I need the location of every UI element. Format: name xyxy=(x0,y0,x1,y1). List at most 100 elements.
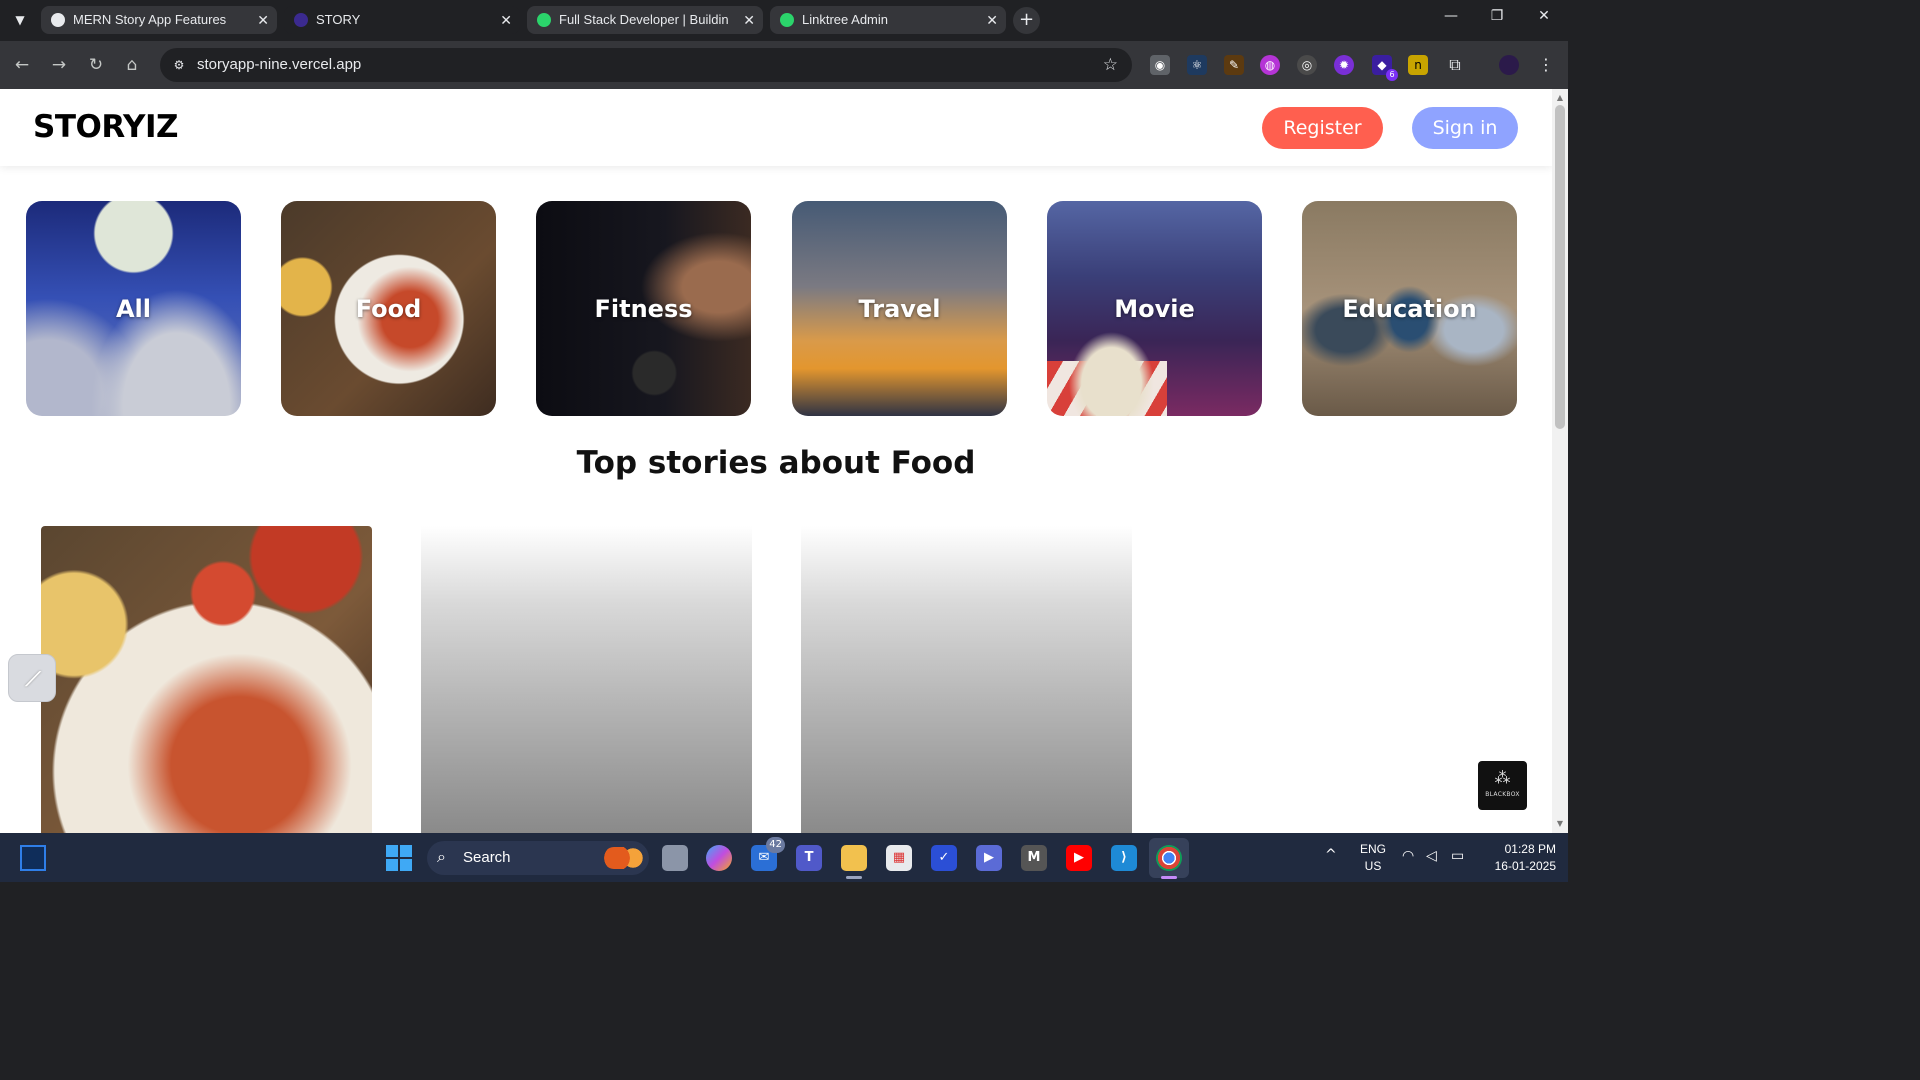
mail-icon[interactable]: ✉ 42 xyxy=(751,837,785,871)
clock-time: 01:28 PM xyxy=(1504,842,1556,856)
widgets-icon[interactable] xyxy=(20,845,46,871)
linktree-icon xyxy=(780,13,794,27)
slash-logo-icon: ⁄ xyxy=(26,667,40,691)
tab-story[interactable]: STORY ✕ xyxy=(284,6,520,34)
scroll-down-icon[interactable]: ▼ xyxy=(1552,817,1568,831)
tab-linktree-admin[interactable]: Linktree Admin ✕ xyxy=(770,6,1006,34)
bookmark-star-icon[interactable]: ☆ xyxy=(1103,48,1118,82)
language-code: ENG xyxy=(1359,842,1386,856)
category-label: Education xyxy=(1342,294,1477,323)
mail-badge: 42 xyxy=(766,837,785,853)
running-indicator xyxy=(1161,876,1177,879)
restore-icon[interactable]: ❐ xyxy=(1482,8,1512,24)
vscode-icon[interactable]: ⟩ xyxy=(1111,845,1137,871)
tab-strip: ▼ MERN Story App Features ✕ STORY ✕ Full… xyxy=(0,0,1568,41)
window-close-icon[interactable]: ✕ xyxy=(1529,8,1559,24)
chrome-icon[interactable] xyxy=(1156,845,1182,879)
region-code: US xyxy=(1364,859,1382,873)
register-button[interactable]: Register xyxy=(1262,107,1383,149)
badge-extension-icon[interactable]: ◆ 6 xyxy=(1372,55,1398,81)
category-label: Travel xyxy=(858,294,941,323)
brain-extension-icon[interactable]: ◍ xyxy=(1260,55,1280,75)
blackbox-icon: ⁂ xyxy=(1494,768,1511,787)
page-scrollbar[interactable]: ▲ ▼ xyxy=(1552,89,1568,833)
close-icon[interactable]: ✕ xyxy=(257,6,269,34)
chatgpt-icon xyxy=(51,13,65,27)
battery-icon[interactable]: ▭ xyxy=(1451,848,1464,864)
profile-avatar-icon[interactable] xyxy=(1499,55,1519,75)
m-app-icon[interactable]: M xyxy=(1021,845,1047,871)
microsoft-store-icon[interactable]: ▦ xyxy=(886,845,912,871)
section-title: Top stories about Food xyxy=(576,445,976,481)
extension-badge: 6 xyxy=(1386,69,1398,81)
more-menu-icon[interactable]: ⋮ xyxy=(1536,55,1556,75)
site-info-icon[interactable]: ⚙ xyxy=(168,54,190,76)
category-label: Movie xyxy=(1114,294,1195,323)
n-extension-icon[interactable]: n xyxy=(1408,55,1428,75)
story-card[interactable] xyxy=(41,526,372,833)
category-card-all[interactable]: All xyxy=(26,201,241,416)
teams-icon[interactable]: T xyxy=(796,845,822,871)
minimize-icon[interactable]: — xyxy=(1436,8,1466,24)
new-tab-button[interactable]: + xyxy=(1013,7,1040,34)
address-bar[interactable]: ⚙ storyapp-nine.vercel.app ☆ xyxy=(160,48,1132,82)
system-clock[interactable]: 01:28 PM 16-01-2025 xyxy=(1476,841,1556,875)
story-card[interactable] xyxy=(421,526,752,833)
category-card-education[interactable]: Education xyxy=(1302,201,1517,416)
category-card-food[interactable]: Food xyxy=(281,201,496,416)
tab-title: Linktree Admin xyxy=(802,12,888,27)
category-label: Fitness xyxy=(594,294,693,323)
category-card-movie[interactable]: Movie xyxy=(1047,201,1262,416)
close-icon[interactable]: ✕ xyxy=(986,6,998,34)
tab-full-stack-developer[interactable]: Full Stack Developer | Buildin | L ✕ xyxy=(527,6,763,34)
file-explorer-icon[interactable] xyxy=(841,845,867,879)
home-icon[interactable]: ⌂ xyxy=(120,53,144,77)
site-header: STORYIZ Register Sign in xyxy=(0,89,1552,166)
windows-taskbar: ⌕ Search ✉ 42 T ▦ ✓ ▶ M ▶ ⟩ ^ ENG US ◠ ◁ … xyxy=(0,833,1568,882)
wifi-icon[interactable]: ◠ xyxy=(1402,848,1414,864)
tab-title: Full Stack Developer | Buildin | L xyxy=(559,12,733,27)
copilot-icon[interactable] xyxy=(706,845,732,871)
task-view-icon[interactable] xyxy=(662,845,688,871)
browser-toolbar: ← → ↻ ⌂ ⚙ storyapp-nine.vercel.app ☆ ◉ ⚛… xyxy=(0,41,1568,89)
tab-mern-story-app-features[interactable]: MERN Story App Features ✕ xyxy=(41,6,277,34)
blackbox-widget[interactable]: ⁂ BLACKBOX xyxy=(1478,761,1527,810)
youtube-icon[interactable]: ▶ xyxy=(1066,845,1092,871)
site-logo[interactable]: STORYIZ xyxy=(33,109,178,145)
back-icon[interactable]: ← xyxy=(10,53,34,77)
url-text[interactable]: storyapp-nine.vercel.app xyxy=(197,48,361,82)
tab-title: STORY xyxy=(316,12,361,27)
close-icon[interactable]: ✕ xyxy=(500,6,512,34)
volume-icon[interactable]: ◁ xyxy=(1426,848,1437,864)
story-icon xyxy=(294,13,308,27)
start-icon[interactable] xyxy=(386,845,412,871)
power-automate-icon[interactable]: ▶ xyxy=(976,845,1002,871)
tab-search-chevron-icon[interactable]: ▼ xyxy=(8,8,32,32)
react-devtools-icon[interactable]: ⚛ xyxy=(1187,55,1207,75)
show-hidden-icons-icon[interactable]: ^ xyxy=(1325,847,1337,863)
puzzle-extensions-icon[interactable]: ⧉ xyxy=(1445,55,1465,75)
category-row: All Food Fitness Travel Movie Education xyxy=(0,201,1552,417)
scroll-up-icon[interactable]: ▲ xyxy=(1552,91,1568,105)
todo-icon[interactable]: ✓ xyxy=(931,845,957,871)
page-content: STORYIZ Register Sign in All Food Fitnes… xyxy=(0,89,1552,833)
close-icon[interactable]: ✕ xyxy=(743,6,755,34)
clock-date: 16-01-2025 xyxy=(1494,859,1556,873)
search-icon: ⌕ xyxy=(437,849,446,866)
linktree-icon xyxy=(537,13,551,27)
category-card-fitness[interactable]: Fitness xyxy=(536,201,751,416)
signin-button[interactable]: Sign in xyxy=(1412,107,1518,149)
camera-extension-icon[interactable]: ◉ xyxy=(1150,55,1170,75)
reload-icon[interactable]: ↻ xyxy=(84,53,108,77)
category-label: Food xyxy=(355,294,422,323)
forward-icon[interactable]: → xyxy=(47,53,71,77)
story-card[interactable] xyxy=(801,526,1132,833)
taskbar-search[interactable]: ⌕ Search xyxy=(427,841,649,875)
language-indicator[interactable]: ENG US xyxy=(1358,841,1388,875)
gear-extension-icon[interactable]: ✹ xyxy=(1334,55,1354,75)
floating-extension-button[interactable]: ⁄ xyxy=(8,654,56,702)
category-card-travel[interactable]: Travel xyxy=(792,201,1007,416)
target-extension-icon[interactable]: ◎ xyxy=(1297,55,1317,75)
scrollbar-thumb[interactable] xyxy=(1555,105,1565,429)
color-picker-icon[interactable]: ✎ xyxy=(1224,55,1244,75)
